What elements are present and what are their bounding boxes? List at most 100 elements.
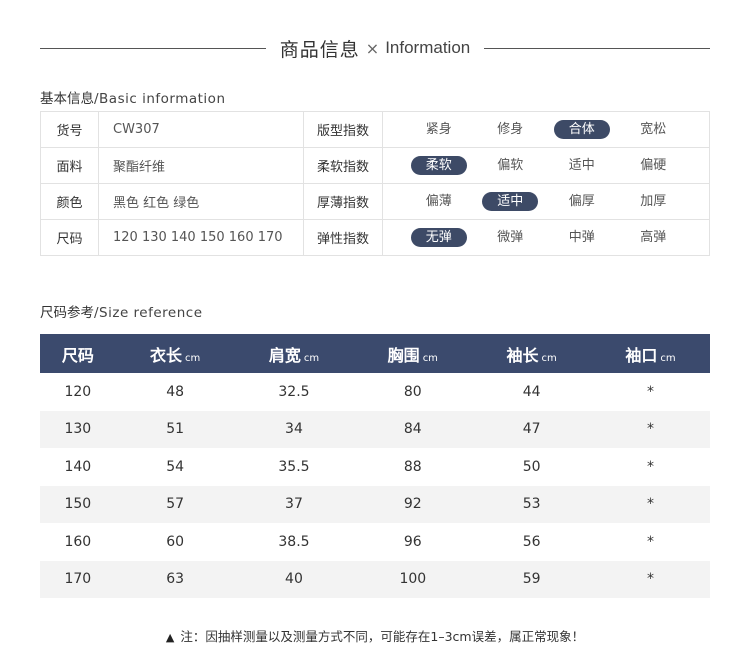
size-cell: 130 (40, 410, 116, 448)
basic-label: 货号 (40, 111, 99, 148)
index-option: 适中 (568, 158, 595, 173)
size-col-header: 袖口 cm (591, 334, 710, 373)
size-cell: * (647, 458, 655, 475)
size-cell: 96 (403, 533, 422, 550)
index-options: 柔软 偏软 适中 偏硬 (382, 147, 710, 184)
size-cell: 120 (64, 383, 92, 400)
size-cell: 84 (353, 410, 473, 448)
size-cell: 59 (472, 560, 592, 598)
size-cell: 38.5 (278, 533, 310, 550)
index-option-selected: 柔软 (410, 156, 467, 175)
size-col-unit: cm (422, 352, 438, 364)
size-cell: 54 (166, 458, 185, 475)
basic-info-title-en: /Basic information (94, 91, 226, 107)
header-times-icon: × (365, 38, 380, 58)
size-cell: 50 (522, 458, 541, 475)
index-option-selected: 无弹 (410, 228, 467, 247)
basic-info-title-cn: 基本信息 (40, 91, 94, 107)
size-cell: 47 (472, 410, 592, 448)
index-label: 厚薄指数 (303, 183, 383, 220)
size-cell: 34 (234, 410, 354, 448)
size-col-label: 胸围 (387, 345, 420, 365)
size-table-header: 尺码 衣长 cm 肩宽 cm 胸围 cm 袖长 cm 袖口 cm (40, 334, 710, 373)
size-cell: 92 (353, 485, 473, 523)
size-reference-title: 尺码参考/Size reference (40, 301, 203, 321)
basic-value: CW307 (98, 111, 304, 148)
basic-info-row: 颜色 黑色 红色 绿色 厚薄指数 偏薄 适中 偏厚 加厚 (40, 183, 710, 220)
size-col-header: 衣长 cm (115, 334, 235, 373)
size-cell: 88 (403, 458, 422, 475)
basic-label: 颜色 (40, 183, 99, 220)
index-option: 紧身 (425, 122, 452, 137)
header-line-right (484, 47, 710, 49)
size-cell: 35.5 (278, 458, 310, 475)
size-cell: 150 (40, 485, 116, 523)
index-option-selected: 适中 (482, 192, 539, 211)
size-col-header: 尺码 (40, 334, 116, 373)
size-col-label: 肩宽 (268, 345, 301, 365)
index-option: 微弹 (497, 230, 524, 245)
basic-label: 面料 (40, 147, 99, 184)
size-table: 尺码 衣长 cm 肩宽 cm 胸围 cm 袖长 cm 袖口 cm 120 48 32.5 80 44 * 130… (40, 334, 710, 598)
index-label: 弹性指数 (303, 219, 383, 256)
size-cell: * (591, 560, 710, 598)
size-col-header: 袖长 cm (472, 334, 592, 373)
index-option: 宽松 (640, 122, 667, 137)
index-label: 版型指数 (303, 111, 383, 148)
index-option: 偏软 (497, 158, 524, 173)
size-col-label: 袖口 (625, 345, 658, 365)
size-cell: 170 (40, 560, 116, 598)
header-title-cn: 商品信息 (279, 38, 360, 61)
index-option: 偏薄 (425, 194, 452, 209)
size-cell: 100 (353, 560, 473, 598)
index-options: 偏薄 适中 偏厚 加厚 (382, 183, 710, 220)
size-cell: 53 (472, 485, 592, 523)
basic-value: 黑色 红色 绿色 (98, 183, 304, 220)
size-cell: 57 (115, 485, 235, 523)
size-col-unit: cm (541, 352, 557, 364)
basic-info-row: 尺码 120 130 140 150 160 170 弹性指数 无弹 微弹 中弹 高弹 (40, 219, 710, 256)
index-options: 无弹 微弹 中弹 高弹 (382, 219, 710, 256)
size-cell: * (591, 410, 710, 448)
size-col-label: 袖长 (506, 345, 539, 365)
size-cell: 37 (234, 485, 354, 523)
index-label: 柔软指数 (303, 147, 383, 184)
size-cell: * (591, 485, 710, 523)
size-cell: 48 (166, 383, 185, 400)
size-cell: 32.5 (278, 383, 310, 400)
basic-value: 聚酯纤维 (98, 147, 304, 184)
size-cell: 63 (115, 560, 235, 598)
size-cell: 56 (522, 533, 541, 550)
section-header: 商品信息 × Information (40, 32, 710, 64)
warning-triangle-icon: ▲ (165, 631, 175, 644)
index-option: 偏厚 (568, 194, 595, 209)
basic-info-table: 货号 CW307 版型指数 紧身 修身 合体 宽松 面料 聚酯纤维 柔软指数 柔软 偏软 适中 偏硬 颜色黑… (40, 111, 710, 256)
size-cell: 51 (115, 410, 235, 448)
index-option: 中弹 (568, 230, 595, 245)
size-cell: 60 (166, 533, 185, 550)
size-col-label: 尺码 (61, 345, 94, 365)
index-options: 紧身 修身 合体 宽松 (382, 111, 710, 148)
index-option: 高弹 (640, 230, 667, 245)
size-col-unit: cm (660, 352, 676, 364)
index-option: 加厚 (640, 194, 667, 209)
size-reference-title-en: /Size reference (94, 305, 203, 321)
size-cell: * (647, 383, 655, 400)
basic-label: 尺码 (40, 219, 99, 256)
note-text: 注：因抽样测量以及测量方式不同，可能存在1–3cm误差，属正常现象！ (180, 629, 585, 644)
table-row: 160 60 38.5 96 56 * (40, 523, 710, 561)
basic-info-row: 面料 聚酯纤维 柔软指数 柔软 偏软 适中 偏硬 (40, 147, 710, 184)
index-option: 偏硬 (640, 158, 667, 173)
size-cell: 140 (64, 458, 92, 475)
table-row: 170 63 40 100 59 * (40, 560, 710, 598)
size-cell: * (647, 533, 655, 550)
size-col-header: 胸围 cm (353, 334, 473, 373)
basic-info-title: 基本信息/Basic information (40, 87, 226, 107)
header-title-en: Information (385, 38, 471, 57)
table-row: 120 48 32.5 80 44 * (40, 373, 710, 411)
index-option-selected: 合体 (553, 120, 610, 139)
size-reference-title-cn: 尺码参考 (40, 305, 94, 321)
size-cell: 40 (234, 560, 354, 598)
table-row: 140 54 35.5 88 50 * (40, 448, 710, 486)
size-col-header: 肩宽 cm (234, 334, 354, 373)
